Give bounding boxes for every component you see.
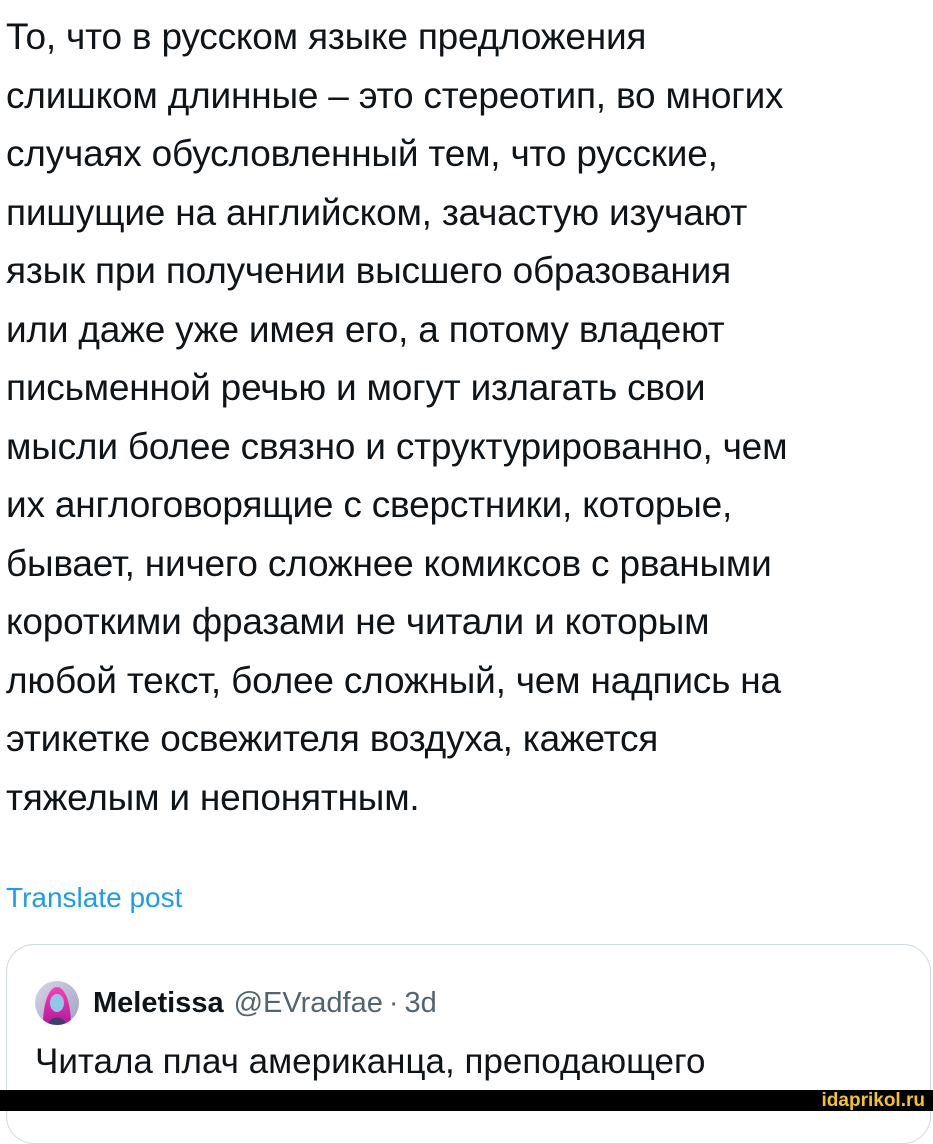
post-text-line: случаях обусловленный тем, что русские, bbox=[6, 133, 718, 174]
separator-dot: · bbox=[388, 986, 399, 1019]
post-text-line: мысли более связно и структурированно, ч… bbox=[6, 425, 788, 467]
watermark-text: idaprikol.ru bbox=[821, 1090, 925, 1111]
translate-post-link[interactable]: Translate post bbox=[6, 880, 182, 916]
quoted-post-card[interactable]: Meletissa @EVradfae · 3d Читала плач аме… bbox=[6, 944, 931, 1144]
avatar-image bbox=[35, 981, 79, 1025]
quoted-post-header: Meletissa @EVradfae · 3d bbox=[35, 981, 437, 1025]
watermark-bar: idaprikol.ru bbox=[0, 1090, 933, 1111]
post-text-line: То, что в русском языке предложения bbox=[6, 16, 647, 57]
post-text-line: тяжелым и непонятным. bbox=[6, 776, 420, 818]
quoted-post-time[interactable]: 3d bbox=[405, 987, 437, 1020]
quoted-author-name[interactable]: Meletissa bbox=[93, 987, 224, 1020]
post-text-line: письменной речью и могут излагать свои bbox=[6, 367, 706, 408]
avatar[interactable] bbox=[35, 981, 79, 1025]
post-text-line: любой текст, более сложный, чем надпись … bbox=[6, 659, 781, 701]
quoted-post-text: Читала плач американца, преподающего bbox=[35, 1042, 706, 1081]
post-text: То, что в русском языке предложения слиш… bbox=[6, 8, 931, 827]
post-text-line: их англоговорящие с сверстники, которые, bbox=[6, 484, 733, 525]
post-text-line: слишком длинные – это стереотип, во мног… bbox=[6, 74, 784, 116]
post-text-line: язык при получении высшего образования bbox=[6, 250, 731, 291]
post-text-line: пишущие на английском, зачастую изучают bbox=[6, 191, 748, 233]
post-text-line: этикетке освежителя воздуха, кажется bbox=[6, 718, 659, 759]
post-text-line: бывает, ничего сложнее комиксов с рваным… bbox=[6, 542, 772, 584]
post-text-line: короткими фразами не читали и которым bbox=[6, 601, 710, 642]
post-text-line: или даже уже имея его, а потому владеют bbox=[6, 308, 725, 350]
quoted-author-handle[interactable]: @EVradfae bbox=[234, 987, 383, 1020]
